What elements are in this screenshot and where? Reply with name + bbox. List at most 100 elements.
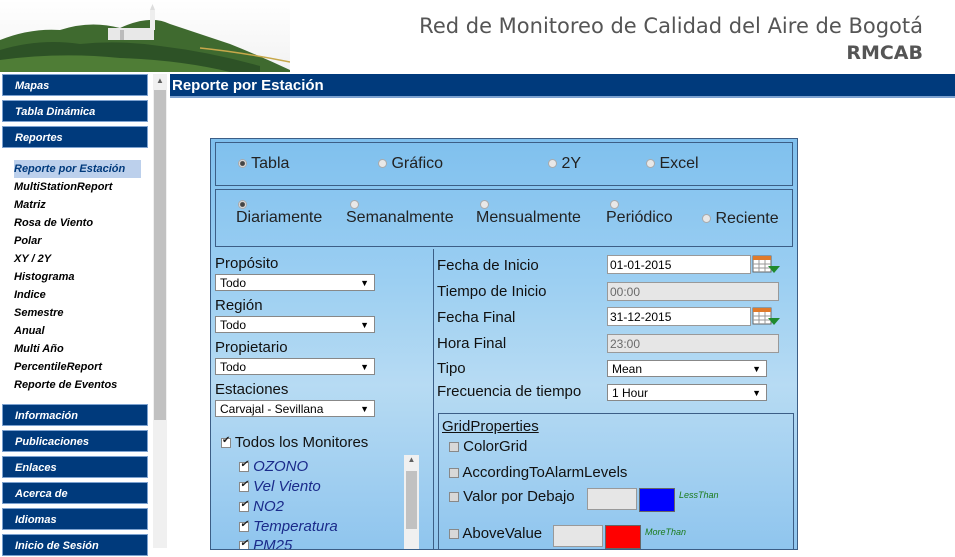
sub-histograma[interactable]: Histograma [14, 268, 152, 286]
sub-multi-anio[interactable]: Multi Año [14, 340, 152, 358]
scroll-thumb[interactable] [154, 90, 166, 420]
checkbox-icon[interactable] [239, 538, 249, 549]
radio-diariamente[interactable]: Diariamente [236, 200, 322, 227]
radio-2y[interactable]: 2Y [548, 155, 581, 173]
dropdown-arrow-icon: ▼ [360, 278, 369, 288]
checkbox-icon[interactable] [239, 519, 249, 533]
radio-periodico[interactable]: Periódico [606, 200, 673, 227]
region-select[interactable]: Todo ▼ [215, 316, 375, 333]
nav-mapas[interactable]: Mapas [2, 74, 148, 96]
tipo-select[interactable]: Mean ▼ [607, 360, 767, 377]
radio-semanalmente[interactable]: Semanalmente [346, 200, 454, 227]
radio-icon[interactable] [646, 159, 655, 169]
color-grid-option[interactable]: ColorGrid [449, 438, 527, 455]
sub-anual[interactable]: Anual [14, 322, 152, 340]
calendar-icon[interactable] [752, 306, 780, 326]
nav-publicaciones[interactable]: Publicaciones [2, 430, 148, 452]
radio-mensualmente[interactable]: Mensualmente [476, 200, 581, 227]
nav-enlaces[interactable]: Enlaces [2, 456, 148, 478]
sub-reporte-eventos[interactable]: Reporte de Eventos [14, 376, 152, 394]
radio-icon[interactable] [378, 159, 387, 169]
monitor-no2[interactable]: NO2 [239, 498, 284, 515]
banner-image [0, 0, 290, 72]
reportes-submenu: Reporte por Estación MultiStationReport … [2, 152, 152, 404]
sub-xy-2y[interactable]: XY / 2Y [14, 250, 152, 268]
checkbox-icon[interactable] [449, 492, 459, 503]
radio-icon[interactable] [548, 159, 557, 169]
checkbox-icon[interactable] [221, 435, 231, 449]
alarm-levels-option[interactable]: AccordingToAlarmLevels [449, 464, 627, 481]
all-monitors[interactable]: Todos los Monitores [221, 434, 368, 451]
monitor-label: OZONO [253, 458, 309, 475]
nav-informacion[interactable]: Información [2, 404, 148, 426]
tiempo-inicio-input[interactable]: 00:00 [607, 282, 779, 301]
monitor-ozono[interactable]: OZONO [239, 458, 308, 475]
nav-acerca-de[interactable]: Acerca de [2, 482, 148, 504]
dropdown-arrow-icon: ▼ [752, 364, 761, 374]
hora-final-input[interactable]: 23:00 [607, 334, 779, 353]
sub-polar[interactable]: Polar [14, 232, 152, 250]
above-color-swatch[interactable] [605, 525, 641, 549]
below-color-swatch[interactable] [639, 488, 675, 512]
radio-diariamente-label: Diariamente [236, 209, 323, 226]
nav-tabla-dinamica[interactable]: Tabla Dinámica [2, 100, 148, 122]
scroll-up-icon[interactable]: ▲ [153, 74, 167, 88]
sub-indice[interactable]: Indice [14, 286, 152, 304]
proposito-value: Todo [220, 276, 247, 290]
checkbox-icon[interactable] [239, 479, 249, 493]
radio-icon[interactable] [610, 200, 619, 209]
checkbox-icon[interactable] [449, 468, 459, 479]
monitor-vel-viento[interactable]: Vel Viento [239, 478, 321, 495]
checkbox-icon[interactable] [239, 459, 249, 473]
monitor-label: Vel Viento [253, 478, 321, 495]
sub-reporte-estacion[interactable]: Reporte por Estación [14, 160, 141, 178]
fecha-inicio-input[interactable]: 01-01-2015 [607, 255, 751, 274]
sub-multistation[interactable]: MultiStationReport [14, 178, 152, 196]
proposito-select[interactable]: Todo ▼ [215, 274, 375, 291]
monitor-label: NO2 [253, 498, 285, 515]
above-value-input[interactable] [553, 525, 603, 547]
frecuencia-select[interactable]: 1 Hour ▼ [607, 384, 767, 401]
nav-reportes[interactable]: Reportes [2, 126, 148, 148]
scroll-thumb[interactable] [406, 471, 417, 529]
radio-checked-icon[interactable] [238, 200, 247, 209]
sub-matriz[interactable]: Matriz [14, 196, 152, 214]
radio-icon[interactable] [480, 200, 489, 209]
output-type-group: Tabla Gráfico 2Y Excel [215, 142, 793, 186]
monitor-pm25[interactable]: PM25 [239, 537, 292, 549]
page-title: Reporte por Estación [170, 74, 955, 98]
below-value-input[interactable] [587, 488, 637, 510]
radio-checked-icon[interactable] [238, 159, 247, 169]
radio-excel[interactable]: Excel [646, 155, 699, 173]
monitor-list-scrollbar[interactable]: ▲ [404, 455, 419, 549]
checkbox-icon[interactable] [449, 529, 459, 540]
sidebar-scrollbar[interactable]: ▲ [153, 74, 167, 548]
less-than-tag: LessThan [679, 490, 719, 500]
sidebar: Mapas Tabla Dinámica Reportes Reporte po… [2, 74, 152, 556]
radio-icon[interactable] [350, 200, 359, 209]
sub-percentile[interactable]: PercentileReport [14, 358, 152, 376]
scroll-up-icon[interactable]: ▲ [404, 455, 419, 464]
checkbox-icon[interactable] [239, 499, 249, 513]
below-value-option[interactable]: Valor por Debajo [449, 488, 575, 505]
radio-tabla[interactable]: Tabla [238, 155, 289, 173]
nav-idiomas[interactable]: Idiomas [2, 508, 148, 530]
estaciones-select[interactable]: Carvajal - Sevillana ▼ [215, 400, 375, 417]
radio-reciente[interactable]: Reciente [702, 210, 779, 228]
above-value-option[interactable]: AboveValue [449, 525, 542, 542]
radio-icon[interactable] [702, 214, 711, 224]
column-divider [433, 249, 434, 549]
sub-semestre[interactable]: Semestre [14, 304, 152, 322]
radio-semanalmente-label: Semanalmente [346, 209, 454, 226]
propietario-select[interactable]: Todo ▼ [215, 358, 375, 375]
calendar-icon[interactable] [752, 254, 780, 274]
propietario-value: Todo [220, 360, 247, 374]
monitor-temperatura[interactable]: Temperatura [239, 518, 338, 535]
radio-grafico[interactable]: Gráfico [378, 155, 443, 173]
fecha-final-input[interactable]: 31-12-2015 [607, 307, 751, 326]
checkbox-icon[interactable] [449, 442, 459, 453]
sub-rosa-viento[interactable]: Rosa de Viento [14, 214, 152, 232]
report-panel: Tabla Gráfico 2Y Excel Diariamente Seman… [210, 138, 798, 550]
region-label: Región [215, 297, 263, 314]
nav-inicio-sesion[interactable]: Inicio de Sesión [2, 534, 148, 556]
